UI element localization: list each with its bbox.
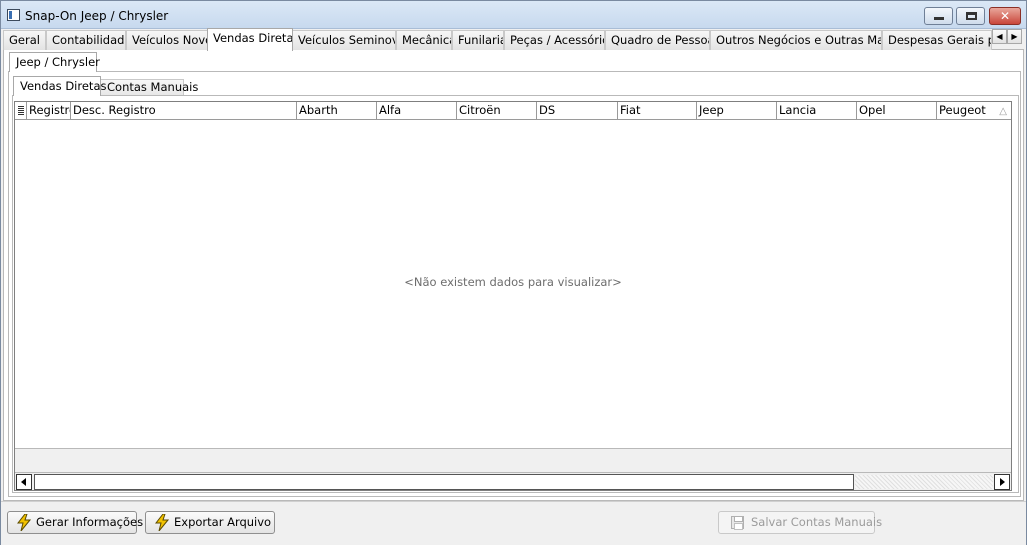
- bottom-toolbar: Gerar Informações Exportar Arquivo Salva…: [1, 501, 1026, 545]
- close-button[interactable]: ✕: [989, 7, 1021, 25]
- column-header[interactable]: Registro: [27, 102, 71, 119]
- tab-sub-vendas-diretas[interactable]: Vendas Diretas: [13, 76, 106, 96]
- tab-contas-manuais[interactable]: Contas Manuais: [100, 79, 198, 96]
- tab-jeep-chrysler[interactable]: Jeep / Chrysler: [9, 52, 100, 72]
- column-header[interactable]: Lancia: [777, 102, 857, 119]
- application-window: Snap-On Jeep / Chrysler ✕ Geral Contabil…: [0, 0, 1027, 545]
- salvar-contas-manuais-label: Salvar Contas Manuais: [751, 515, 883, 529]
- column-header[interactable]: Citroën: [457, 102, 537, 119]
- exportar-arquivo-label: Exportar Arquivo: [174, 515, 272, 529]
- tab-contabilidade[interactable]: Contabilidade: [46, 30, 126, 50]
- tab-outros-negocios[interactable]: Outros Negócios e Outras Marcas: [710, 30, 882, 50]
- window-title: Snap-On Jeep / Chrysler: [25, 9, 169, 23]
- data-grid[interactable]: Registro Desc. Registro Abarth Alfa Citr…: [14, 101, 1012, 491]
- tab-pecas-acessorios[interactable]: Peças / Acessórios: [504, 30, 605, 50]
- scrollbar-track[interactable]: [855, 475, 993, 489]
- grid-footer: [15, 448, 1011, 472]
- tab-veiculos-seminovos[interactable]: Veículos Seminovos: [292, 30, 396, 50]
- minimize-icon: [934, 17, 944, 20]
- column-header[interactable]: Alfa: [377, 102, 457, 119]
- gerar-informacoes-label: Gerar Informações: [36, 515, 144, 529]
- save-icon: [731, 516, 744, 530]
- scroll-right-button[interactable]: [994, 474, 1010, 490]
- tab-mecanica[interactable]: Mecânica: [396, 30, 452, 50]
- scrollbar-thumb[interactable]: [34, 474, 854, 490]
- column-chooser-button[interactable]: [15, 102, 27, 119]
- column-header[interactable]: Desc. Registro: [71, 102, 297, 119]
- lightning-icon: [155, 514, 169, 531]
- column-header[interactable]: DS: [537, 102, 618, 119]
- empty-state-message: <Não existem dados para visualizar>: [404, 275, 622, 289]
- main-tab-bar: Geral Contabilidade Veículos Novos Venda…: [3, 28, 1024, 51]
- gerar-informacoes-button[interactable]: Gerar Informações: [7, 511, 143, 534]
- close-icon: ✕: [999, 9, 1011, 23]
- maximize-icon: [966, 12, 977, 20]
- column-header[interactable]: Opel: [857, 102, 937, 119]
- grid-header: Registro Desc. Registro Abarth Alfa Citr…: [15, 102, 1011, 120]
- tab-vendas-diretas[interactable]: Vendas Diretas: [207, 28, 293, 51]
- exportar-arquivo-button[interactable]: Exportar Arquivo: [145, 511, 275, 534]
- column-header[interactable]: Peugeot △: [937, 102, 1011, 119]
- lightning-icon: [17, 514, 31, 531]
- arrow-right-icon: [1000, 478, 1005, 486]
- tab-veiculos-novos[interactable]: Veículos Novos: [126, 30, 209, 50]
- tab-funilaria[interactable]: Funilaria: [452, 30, 504, 50]
- horizontal-scrollbar[interactable]: [15, 472, 1011, 490]
- column-chooser-icon: [18, 106, 24, 115]
- tab-quadro-de-pessoas[interactable]: Quadro de Pessoas: [605, 30, 710, 50]
- tab-scroll-right-button[interactable]: ▶: [1007, 29, 1022, 44]
- app-icon: [7, 9, 20, 21]
- scroll-left-button[interactable]: [16, 474, 32, 490]
- salvar-contas-manuais-button[interactable]: Salvar Contas Manuais: [718, 511, 882, 534]
- arrow-left-icon: [21, 478, 26, 486]
- column-header[interactable]: Jeep: [697, 102, 777, 119]
- tab-geral[interactable]: Geral: [3, 30, 46, 50]
- tab-despesas-gerais[interactable]: Despesas Gerais por I: [882, 30, 992, 50]
- sort-icon: △: [999, 106, 1007, 117]
- column-header[interactable]: Fiat: [618, 102, 697, 119]
- column-header[interactable]: Abarth: [297, 102, 377, 119]
- minimize-button[interactable]: [924, 7, 953, 25]
- title-bar[interactable]: Snap-On Jeep / Chrysler ✕: [1, 1, 1026, 29]
- column-header-label: Peugeot: [939, 103, 986, 117]
- maximize-button[interactable]: [956, 7, 985, 25]
- tab-scroll-left-button[interactable]: ◀: [992, 29, 1007, 44]
